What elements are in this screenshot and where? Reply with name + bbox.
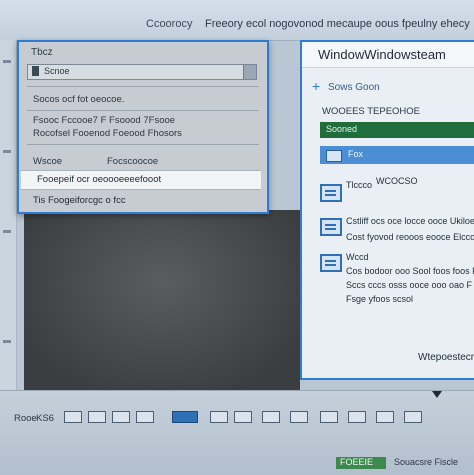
mail-icon[interactable] <box>320 254 342 272</box>
toolbar-active-button[interactable] <box>172 411 198 423</box>
document-icon[interactable] <box>320 184 342 202</box>
toolbar-icon[interactable] <box>348 411 366 423</box>
toolbar-icon[interactable] <box>88 411 106 423</box>
toolbar-tick-icon[interactable] <box>3 340 11 343</box>
selected-row-label: Fooepeif ocr oeoooeeeefooot <box>37 174 162 185</box>
toolbar-tick-icon[interactable] <box>3 230 11 233</box>
toolbar-icon[interactable] <box>262 411 280 423</box>
panel-footer-label: Wtepoestecre <box>418 352 474 363</box>
left-toolbar-strip <box>0 40 17 390</box>
item-text: Cost fyovod reooos eooce Elccoe <box>346 232 474 242</box>
plus-icon[interactable]: + <box>312 78 320 94</box>
dialog-list-item[interactable]: Tis Foogeiforcgc o fcc <box>33 195 126 206</box>
section-header: WOOEES TEPEOHOE <box>322 106 421 117</box>
bottom-toolbar: Rooe KS6 FOEEIE Souacsre Fiscle <box>0 390 474 475</box>
divider <box>27 110 259 111</box>
panel-selected-item[interactable]: Fox <box>320 146 474 164</box>
item-heading: Wccd <box>346 252 369 262</box>
field-prefix-icon <box>32 66 39 76</box>
toolbar-icon[interactable] <box>290 411 308 423</box>
field-dropdown-button[interactable] <box>243 65 256 79</box>
item-text: Cos bodoor ooo Sool foos foos F <box>346 266 474 276</box>
item-text: Sccs cccs osss ooce ooo oao F <box>346 280 473 290</box>
dialog-text-line: Rocofsel Fooenod Foeood Fhosors <box>33 128 182 139</box>
dialog-text-line: Socos ocf fot oeocoe. <box>33 94 125 105</box>
panel-green-item[interactable]: Sooned <box>320 122 474 138</box>
status-text: Souacsre Fiscle <box>394 457 459 467</box>
toolbar-icon[interactable] <box>64 411 82 423</box>
dialog-select-field[interactable]: Scnoe <box>27 64 257 80</box>
item-text: Cstliff ocs oce locce ooce Ukiloe <box>346 216 474 226</box>
panel-title: WindowWindowsteam <box>302 42 474 68</box>
window-title-bar: Ccoorocy Freeory ecol nogovonod mecaupe … <box>0 0 474 41</box>
toolbar-icon[interactable] <box>320 411 338 423</box>
item-text: Fsge yfoos scsol <box>346 294 414 304</box>
dialog-title: Tbcz <box>31 47 53 58</box>
new-item-link[interactable]: Sows Goon <box>328 82 380 93</box>
window-icon <box>326 150 342 162</box>
toolbar-label: Rooe <box>14 413 37 424</box>
selected-item-label: Fox <box>348 149 364 159</box>
status-chip[interactable]: FOEEIE <box>336 457 386 469</box>
toolbar-tick-icon[interactable] <box>3 150 11 153</box>
cursor-icon <box>432 391 442 398</box>
item-code: WCOCSO <box>376 176 418 186</box>
dialog-selected-row[interactable]: Fooepeif ocr oeoooeeeefooot <box>21 170 261 190</box>
workspace-canvas <box>24 210 300 390</box>
right-task-panel: WindowWindowsteam + Sows Goon WOOEES TEP… <box>300 40 474 380</box>
toolbar-icon[interactable] <box>404 411 422 423</box>
status-chip-label: FOEEIE <box>340 457 374 467</box>
green-item-label: Sooned <box>326 124 358 134</box>
divider <box>27 86 259 87</box>
document-icon[interactable] <box>320 218 342 236</box>
toolbar-icon[interactable] <box>376 411 394 423</box>
window-title-left: Ccoorocy <box>146 18 193 30</box>
settings-dialog: Tbcz Scnoe Socos ocf fot oeocoe. Fsooc F… <box>17 40 269 214</box>
toolbar-tick-icon[interactable] <box>3 60 11 63</box>
toolbar-icon[interactable] <box>136 411 154 423</box>
divider <box>27 144 259 145</box>
item-title: Tlccco <box>346 180 373 190</box>
field-value: Scnoe <box>44 66 70 76</box>
toolbar-icon[interactable] <box>210 411 228 423</box>
toolbar-icon[interactable] <box>234 411 252 423</box>
toolbar-icon[interactable] <box>112 411 130 423</box>
toolbar-label: KS6 <box>36 413 54 424</box>
window-title-right: Freeory ecol nogovonod mecaupe oous fpeu… <box>205 18 470 30</box>
dialog-label-right: Focscoocoe <box>107 156 159 167</box>
dialog-text-line: Fsooc Fccooe7 F Fsoood 7Fsooe <box>33 115 176 126</box>
dialog-label-left: Wscoe <box>33 156 63 167</box>
